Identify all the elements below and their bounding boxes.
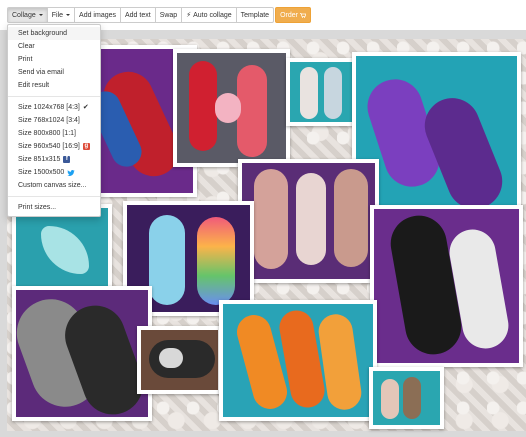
auto-collage-button[interactable]: ⚡ Auto collage [182, 7, 237, 23]
collage-menu-button[interactable]: Collage [7, 7, 48, 23]
menu-item-size-768x1024[interactable]: Size 768x1024 [3:4] [8, 114, 100, 127]
menu-item-print[interactable]: Print [8, 53, 100, 66]
menu-item-label: Send via email [18, 69, 64, 76]
collage-dropdown-menu: Set background Clear Print Send via emai… [7, 24, 101, 217]
menu-item-custom-canvas-size[interactable]: Custom canvas size... [8, 179, 100, 192]
photo-grey-bat-pads[interactable] [12, 286, 152, 421]
menu-item-label: Clear [18, 43, 35, 50]
menu-divider [8, 96, 100, 97]
facebook-icon: f [63, 156, 71, 163]
photo-black-white-pad[interactable] [137, 326, 222, 394]
menu-item-clear[interactable]: Clear [8, 40, 100, 53]
menu-item-label: Custom canvas size... [18, 182, 87, 189]
menu-divider [8, 196, 100, 197]
menu-item-edit-result[interactable]: Edit result [8, 79, 100, 92]
template-button[interactable]: Template [236, 7, 275, 23]
order-button[interactable]: Order [275, 7, 311, 23]
menu-item-label: Print sizes... [18, 204, 57, 211]
menu-item-size-960x540[interactable]: Size 960x540 [16:9] g [8, 140, 100, 153]
menu-item-print-sizes[interactable]: Print sizes... [8, 201, 100, 214]
menu-item-label: Size 800x800 [1:1] [18, 130, 76, 137]
file-label: File [51, 11, 64, 19]
swap-button[interactable]: Swap [155, 7, 183, 23]
menu-item-size-851x315[interactable]: Size 851x315 f [8, 153, 100, 166]
add-text-label: Add text [125, 11, 151, 19]
template-label: Template [240, 11, 270, 19]
swap-label: Swap [159, 11, 178, 19]
photo-red-pads-box[interactable] [173, 49, 290, 167]
menu-item-label: Print [18, 56, 33, 63]
photo-starwars-pads[interactable] [370, 205, 523, 367]
chevron-down-icon [38, 14, 43, 16]
menu-item-label: Size 768x1024 [3:4] [18, 117, 80, 124]
add-images-label: Add images [79, 11, 116, 19]
add-images-button[interactable]: Add images [75, 7, 121, 23]
order-label: Order [280, 11, 298, 19]
add-text-button[interactable]: Add text [121, 7, 156, 23]
file-menu-button[interactable]: File [47, 7, 76, 23]
toolbar: Collage File Add images Add text Swap ⚡ … [7, 7, 311, 23]
photo-orange-floral-pads[interactable] [219, 300, 377, 421]
menu-item-send-via-email[interactable]: Send via email [8, 66, 100, 79]
menu-item-label: Size 1500x500 [18, 169, 65, 176]
auto-collage-label: Auto collage [193, 11, 232, 19]
menu-item-label: Size 1024x768 [4:3] [18, 104, 80, 111]
twitter-icon [67, 169, 76, 176]
collage-label: Collage [12, 11, 36, 19]
photo-floral-pads[interactable] [238, 159, 379, 283]
photo-teal-lotus[interactable] [12, 204, 112, 297]
menu-item-set-background[interactable]: Set background [8, 27, 100, 40]
magic-wand-icon: ⚡ [186, 12, 192, 19]
menu-item-size-800x800[interactable]: Size 800x800 [1:1] [8, 127, 100, 140]
check-icon: ✔ [82, 104, 89, 111]
menu-item-label: Size 960x540 [16:9] [18, 143, 80, 150]
photo-small-pads[interactable] [286, 58, 360, 126]
google-plus-icon: g [82, 143, 90, 150]
menu-item-label: Set background [18, 30, 68, 37]
menu-item-label: Size 851x315 [18, 156, 61, 163]
chevron-down-icon [66, 14, 71, 16]
menu-item-size-1500x500[interactable]: Size 1500x500 [8, 166, 100, 179]
menu-item-label: Edit result [18, 82, 50, 89]
photo-small-bottom-pads[interactable] [369, 367, 444, 429]
shopping-cart-icon [299, 12, 306, 18]
menu-item-size-1024x768[interactable]: Size 1024x768 [4:3] ✔ [8, 101, 100, 114]
